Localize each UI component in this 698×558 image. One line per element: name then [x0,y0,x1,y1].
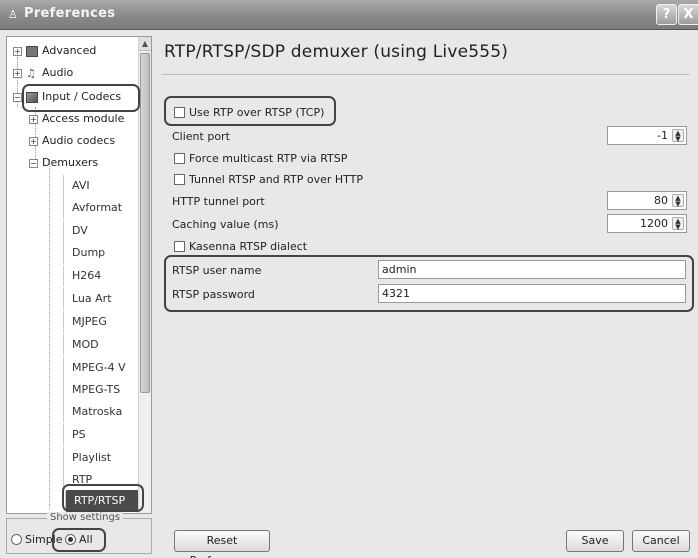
caching-value-spinbox[interactable]: 1200 ▲ ▼ [607,214,687,233]
force-multicast-checkbox[interactable]: Force multicast RTP via RTSP [174,152,347,165]
expand-icon[interactable]: + [13,46,22,56]
tree-leaf-mjpeg[interactable]: MJPEG [63,311,139,333]
show-settings-legend: Show settings [47,512,124,523]
tree-leaf-h264[interactable]: H264 [63,265,139,287]
spin-arrows-icon[interactable]: ▲ ▼ [672,217,684,231]
spin-arrows-icon[interactable]: ▲ ▼ [672,129,684,143]
help-button[interactable]: ? [656,4,677,25]
highlight-rtsp-credentials [164,255,694,312]
collapse-icon[interactable]: − [29,158,38,168]
scrollbar-thumb[interactable] [140,53,150,393]
spin-arrows-icon[interactable]: ▲ ▼ [672,194,684,208]
expand-icon[interactable]: + [13,68,22,78]
checkbox-icon[interactable] [174,174,185,185]
preferences-icon: ♙ [8,8,18,21]
tree-leaf-lua-art[interactable]: Lua Art [63,288,139,310]
tree-leaf-dump[interactable]: Dump [63,242,139,264]
tree-item-audio[interactable]: + ♫ Audio [13,63,73,83]
checkbox-label: Tunnel RTSP and RTP over HTTP [189,173,364,186]
highlight-rtp-rtsp [62,484,144,512]
http-tunnel-port-value: 80 [654,194,668,207]
checkbox-icon[interactable] [174,241,185,252]
tree-guide-line [49,159,50,509]
tunnel-http-checkbox[interactable]: Tunnel RTSP and RTP over HTTP [174,173,363,186]
reset-preferences-button[interactable]: Reset Preferences [174,530,270,558]
tree-leaf-ps[interactable]: PS [63,424,139,446]
expand-icon[interactable]: + [29,136,38,146]
tree-item-label: Access module [42,112,125,125]
close-button[interactable]: X [678,4,698,25]
cancel-button[interactable]: Cancel [632,530,690,552]
tree-leaf-mod[interactable]: MOD [63,334,139,356]
kasenna-checkbox[interactable]: Kasenna RTSP dialect [174,240,307,253]
tree-leaf-mpeg4-video[interactable]: MPEG-4 V [63,357,139,379]
tree-item-label: Advanced [42,44,97,57]
tree-leaf-avi[interactable]: AVI [63,175,139,197]
caching-value-label: Caching value (ms) [172,218,279,231]
collapse-icon[interactable]: − [13,92,22,102]
tree-item-access-module[interactable]: + Access module [29,109,124,129]
title-bar: ♙ Preferences ? X [0,0,698,30]
tree-leaf-dv[interactable]: DV [63,220,139,242]
radio-button-icon[interactable] [11,534,22,545]
expand-icon[interactable]: + [29,114,38,124]
title-divider [162,74,690,75]
page-title: RTP/RTSP/SDP demuxer (using Live555) [164,42,509,62]
tree-leaf-avformat[interactable]: Avformat [63,197,139,219]
highlight-use-rtp-over-rtsp [164,96,336,126]
window-title: Preferences [24,6,116,21]
tree-item-demuxers[interactable]: − Demuxers [29,153,98,173]
highlight-all [52,528,106,552]
scroll-up-icon[interactable]: ▲ [139,37,151,51]
client-port-label: Client port [172,130,230,143]
client-port-value: -1 [657,129,668,142]
tree-item-advanced[interactable]: + Advanced [13,41,96,61]
advanced-icon [26,45,38,57]
tree-leaf-mpeg-ts[interactable]: MPEG-TS [63,379,139,401]
highlight-input-codecs [22,84,140,112]
client-port-spinbox[interactable]: -1 ▲ ▼ [607,126,687,145]
save-button[interactable]: Save [566,530,624,552]
tree-item-label: Audio [42,66,74,79]
http-tunnel-port-label: HTTP tunnel port [172,195,265,208]
tree-item-label: Demuxers [42,156,99,169]
tree-leaf-playlist[interactable]: Playlist [63,447,139,469]
tree-leaf-matroska[interactable]: Matroska [63,401,139,423]
tree-item-audio-codecs[interactable]: + Audio codecs [29,131,115,151]
tree-item-label: Audio codecs [42,134,116,147]
tree-scrollbar[interactable]: ▲ [138,37,151,513]
caching-value-value: 1200 [640,217,668,230]
checkbox-icon[interactable] [174,153,185,164]
audio-icon: ♫ [26,66,36,80]
http-tunnel-port-spinbox[interactable]: 80 ▲ ▼ [607,191,687,210]
checkbox-label: Kasenna RTSP dialect [189,240,308,253]
checkbox-label: Force multicast RTP via RTSP [189,152,348,165]
